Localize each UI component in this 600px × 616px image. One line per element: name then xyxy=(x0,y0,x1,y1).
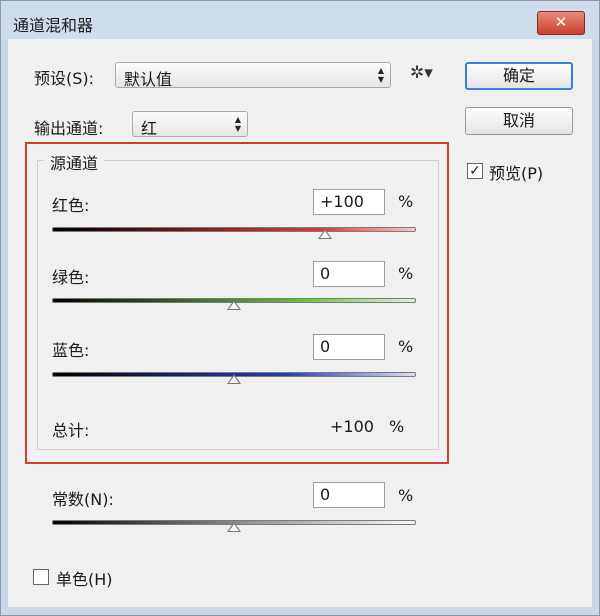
red-value-input[interactable]: +100 xyxy=(313,189,385,215)
constant-slider-thumb[interactable] xyxy=(227,522,241,532)
dialog-body: 预设(S): 默认值 ▲ ▼ ✲▾ 输出通道: 红 ▲ ▼ 确定 取消 ✓ 预览(P… xyxy=(8,39,592,607)
total-value: +100 xyxy=(330,417,374,436)
select-arrows-icon: ▲ ▼ xyxy=(234,115,241,133)
red-slider-thumb[interactable] xyxy=(318,229,332,239)
preview-checkbox[interactable]: ✓ xyxy=(467,163,483,179)
constant-label: 常数(N): xyxy=(52,490,114,509)
monochrome-label: 单色(H) xyxy=(56,570,113,589)
preset-label: 预设(S): xyxy=(34,69,95,88)
select-arrows-icon: ▲ ▼ xyxy=(377,66,384,84)
blue-value-input[interactable]: 0 xyxy=(313,334,385,360)
constant-percent-unit: % xyxy=(398,486,414,505)
output-channel-select[interactable]: 红 ▲ ▼ xyxy=(132,111,248,138)
output-channel-value: 红 xyxy=(141,119,158,138)
red-percent-unit: % xyxy=(398,192,414,211)
output-channel-label: 输出通道: xyxy=(34,119,104,138)
preset-select[interactable]: 默认值 ▲ ▼ xyxy=(115,62,391,89)
red-slider-track[interactable] xyxy=(52,227,416,232)
green-percent-unit: % xyxy=(398,264,414,283)
preset-value: 默认值 xyxy=(124,70,173,89)
blue-slider-thumb[interactable] xyxy=(227,374,241,384)
green-slider-thumb[interactable] xyxy=(227,300,241,310)
close-button[interactable]: ✕ xyxy=(537,11,585,35)
total-label: 总计: xyxy=(52,421,90,440)
source-channels-title: 源通道 xyxy=(44,150,105,174)
constant-value-input[interactable]: 0 xyxy=(313,482,385,508)
red-channel-label: 红色: xyxy=(52,196,90,215)
channel-mixer-dialog: 通道混和器 ✕ 预设(S): 默认值 ▲ ▼ ✲▾ 输出通道: 红 ▲ ▼ 确定 取… xyxy=(0,0,600,616)
dialog-title: 通道混和器 xyxy=(13,16,94,35)
ok-button[interactable]: 确定 xyxy=(465,62,573,90)
preview-label: 预览(P) xyxy=(489,164,544,183)
cancel-button[interactable]: 取消 xyxy=(465,107,573,135)
gear-icon[interactable]: ✲▾ xyxy=(410,63,433,83)
blue-percent-unit: % xyxy=(398,337,414,356)
blue-channel-label: 蓝色: xyxy=(52,341,90,360)
green-value-input[interactable]: 0 xyxy=(313,261,385,287)
total-percent-unit: % xyxy=(389,417,405,436)
monochrome-checkbox[interactable] xyxy=(33,569,49,585)
green-channel-label: 绿色: xyxy=(52,268,90,287)
title-bar: 通道混和器 ✕ xyxy=(1,1,599,39)
